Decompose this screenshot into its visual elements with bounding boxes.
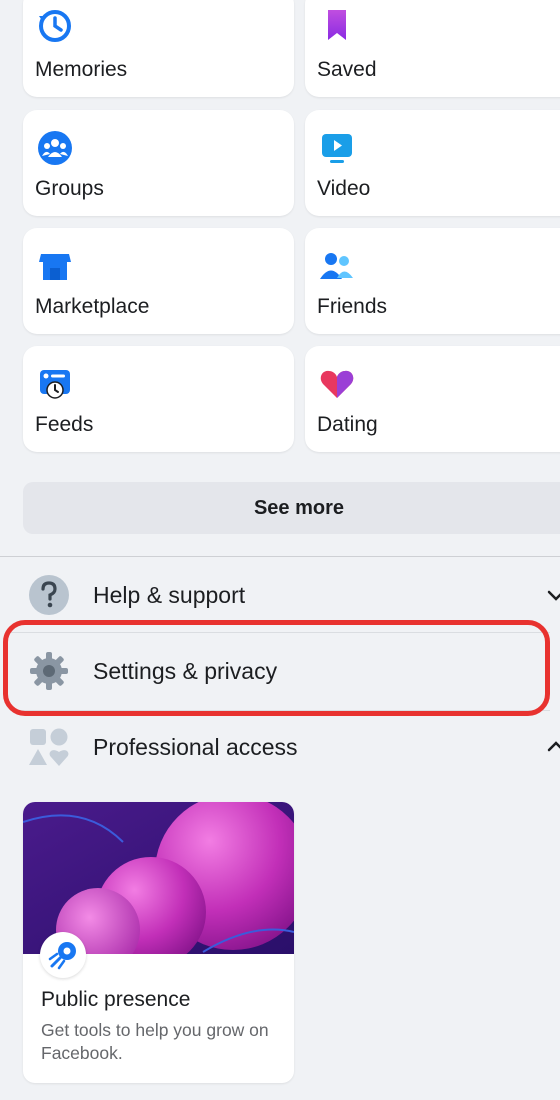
shortcut-label: Groups xyxy=(35,177,104,200)
professional-access-row[interactable]: Professional access xyxy=(0,712,560,782)
see-more-button[interactable]: See more xyxy=(23,482,560,534)
feeds-icon xyxy=(40,370,70,399)
shortcut-video[interactable]: Video xyxy=(305,110,560,216)
chevron-up-icon xyxy=(547,741,560,752)
shortcut-label: Feeds xyxy=(35,413,94,436)
shortcut-label: Memories xyxy=(35,58,128,81)
card-title: Public presence xyxy=(41,988,191,1011)
shortcut-label: Video xyxy=(317,177,371,200)
highlight-box xyxy=(3,620,550,716)
video-icon xyxy=(322,134,352,163)
clock-history-icon xyxy=(39,10,71,42)
shortcut-groups[interactable]: Groups xyxy=(23,110,294,216)
shortcut-marketplace[interactable]: Marketplace xyxy=(23,228,294,334)
dating-heart-icon xyxy=(320,370,354,398)
shortcut-label: Dating xyxy=(317,413,378,436)
friends-icon xyxy=(320,253,353,279)
see-more-label: See more xyxy=(253,497,345,519)
shortcut-friends[interactable]: Friends xyxy=(305,228,560,334)
professional-access-label: Professional access xyxy=(93,734,298,760)
badge xyxy=(40,932,86,978)
groups-icon xyxy=(38,131,72,165)
shortcut-feeds[interactable]: Feeds xyxy=(23,346,294,452)
bookmark-icon xyxy=(328,10,346,40)
shortcut-label: Friends xyxy=(317,295,388,318)
chevron-down-icon xyxy=(547,590,560,601)
card-description: Get tools to help you grow on Facebook. xyxy=(41,1020,269,1063)
question-icon xyxy=(29,575,69,615)
public-presence-card[interactable]: Public presence Get tools to help you gr… xyxy=(23,802,294,1083)
shortcut-label: Marketplace xyxy=(35,295,150,318)
section-divider xyxy=(0,556,560,557)
shortcut-memories[interactable]: Memories xyxy=(23,0,294,97)
shortcut-label: Saved xyxy=(317,58,377,81)
marketplace-icon xyxy=(39,254,71,280)
shapes-icon xyxy=(29,728,69,766)
rocket-icon xyxy=(48,942,76,970)
shortcut-saved[interactable]: Saved xyxy=(305,0,560,97)
shortcut-dating[interactable]: Dating xyxy=(305,346,560,452)
